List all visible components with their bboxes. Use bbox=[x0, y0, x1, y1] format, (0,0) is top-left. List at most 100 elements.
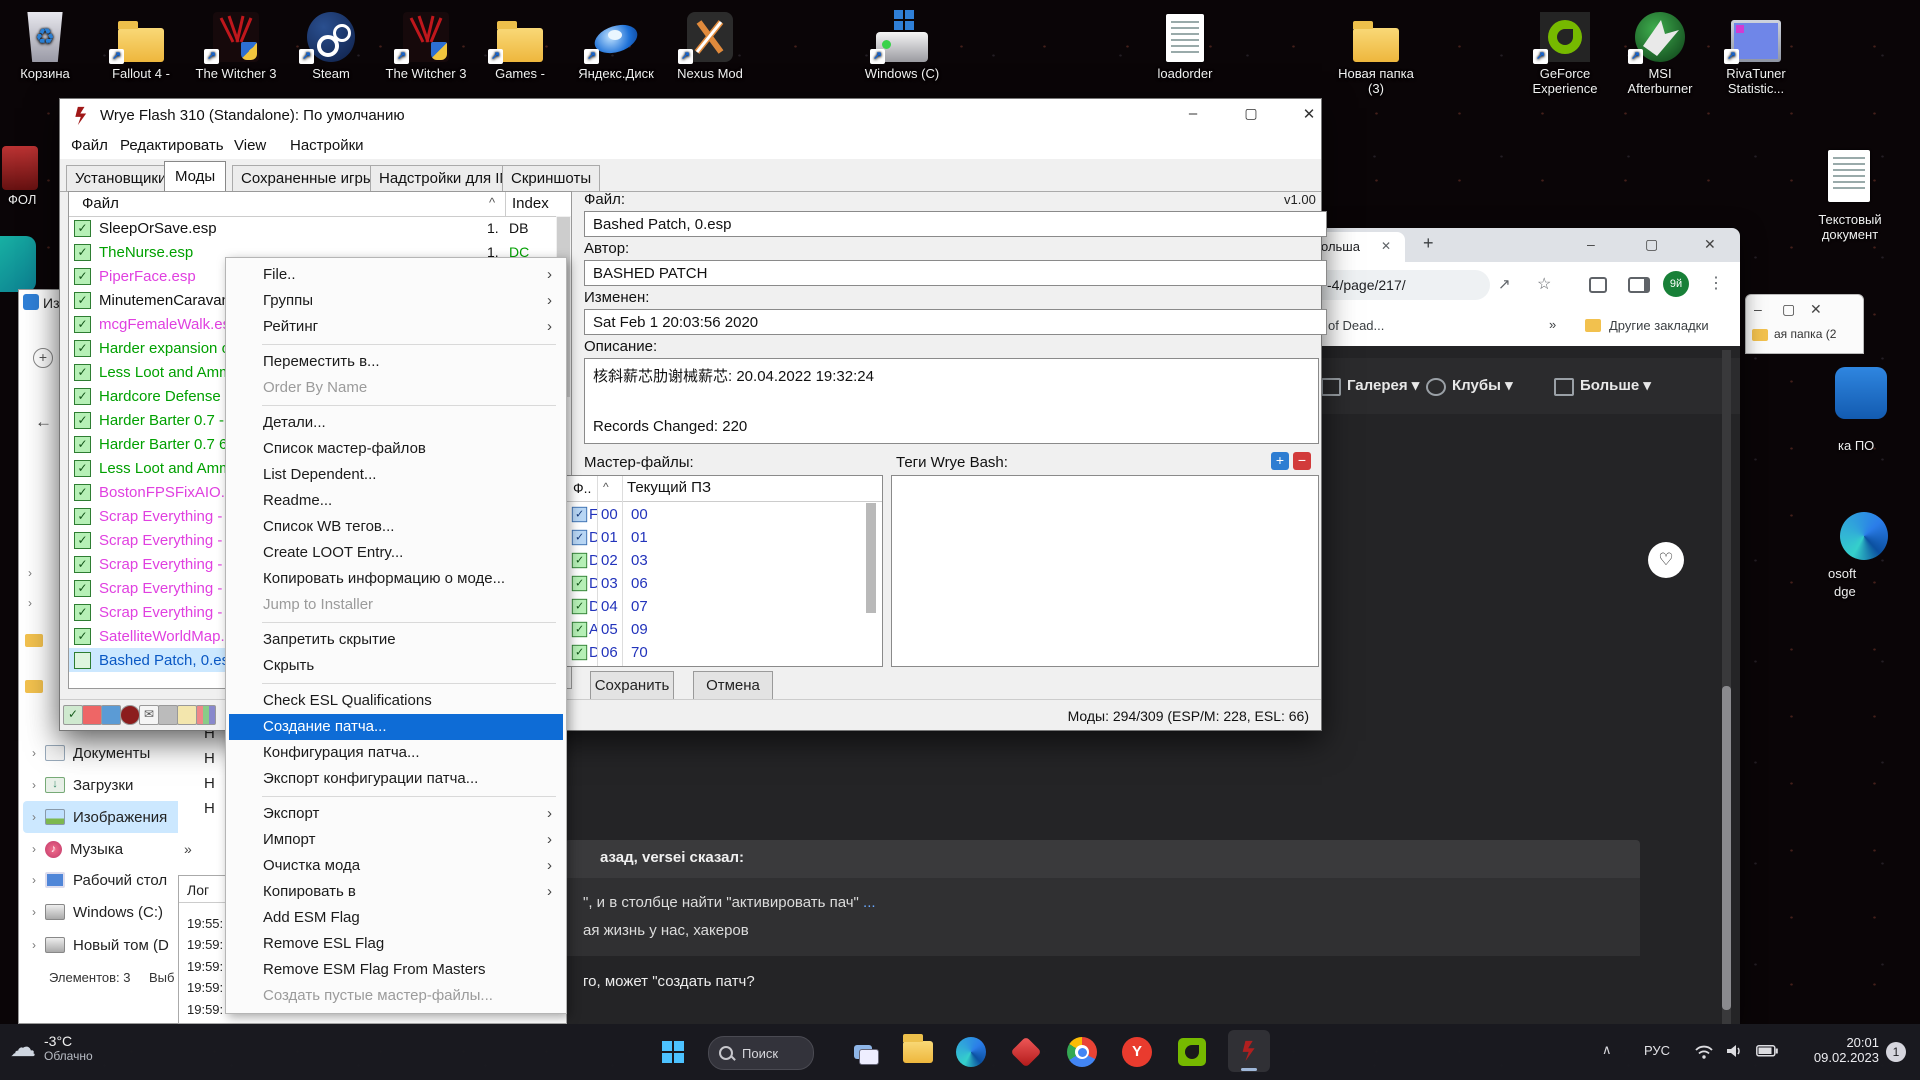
taskbar-chrome-icon[interactable] bbox=[1065, 1035, 1099, 1069]
menu-item-list-wb-tags[interactable]: Список WB тегов... bbox=[226, 514, 566, 540]
menu-item-patch-config[interactable]: Конфигурация патча... bbox=[226, 740, 566, 766]
checkbox-checked-icon[interactable]: ✓ bbox=[572, 553, 587, 568]
desktop-icon-fallout4[interactable]: ↗ Fallout 4 - bbox=[93, 6, 189, 81]
maximize-button[interactable]: ▢ bbox=[1228, 105, 1274, 122]
tray-chevron-icon[interactable]: ∧ bbox=[1602, 1042, 1612, 1058]
menu-item-move-to[interactable]: Переместить в... bbox=[226, 349, 566, 375]
menu-item-clean-mod[interactable]: Очистка мода› bbox=[226, 853, 566, 879]
master-row[interactable]: ✓A0509 bbox=[567, 618, 863, 641]
desktop-icon-fragment[interactable] bbox=[2, 146, 38, 190]
checkbox-checked-icon[interactable]: ✓ bbox=[74, 388, 91, 405]
edge-icon[interactable] bbox=[1840, 512, 1888, 560]
like-heart-icon[interactable]: ♡ bbox=[1648, 542, 1684, 578]
add-tag-button[interactable]: + bbox=[1271, 452, 1289, 470]
desktop-icon-new-folder-3[interactable]: Новая папка (3) bbox=[1328, 6, 1424, 96]
sidebar-item-new-volume[interactable]: › Новый том (D bbox=[23, 929, 193, 961]
checkbox-checked-icon[interactable]: ✓ bbox=[74, 316, 91, 333]
sort-indicator-icon[interactable]: ^ bbox=[603, 480, 609, 494]
sidebar-item-desktop[interactable]: › Рабочий стол bbox=[23, 864, 193, 896]
master-row[interactable]: ✓D0203 bbox=[567, 549, 863, 572]
column-file[interactable]: Ф.. bbox=[573, 480, 591, 496]
taskbar-weather-widget[interactable]: ☁ -3°C Облачно bbox=[10, 1032, 93, 1063]
desktop-icon-recycle-bin[interactable]: ♻ Корзина bbox=[0, 6, 93, 81]
master-row[interactable]: ✓D0407 bbox=[567, 595, 863, 618]
checkbox-checked-icon[interactable]: ✓ bbox=[74, 268, 91, 285]
checkbox-checked-icon[interactable]: ✓ bbox=[74, 556, 91, 573]
tab-saves[interactable]: Сохраненные игры bbox=[232, 165, 383, 191]
language-indicator[interactable]: РУС bbox=[1644, 1043, 1670, 1058]
menu-item-export[interactable]: Экспорт› bbox=[226, 801, 566, 827]
menu-item-remove-esl-flag[interactable]: Remove ESL Flag bbox=[226, 931, 566, 957]
profile-avatar[interactable]: 9й bbox=[1663, 271, 1689, 297]
new-item-button[interactable]: + bbox=[33, 348, 53, 368]
taskbar-clock[interactable]: 20:01 09.02.2023 bbox=[1795, 1035, 1879, 1065]
desktop-icon-witcher3-2[interactable]: ↗ The Witcher 3 bbox=[378, 6, 474, 81]
checkbox-checked-icon[interactable]: ✓ bbox=[572, 599, 587, 614]
checkbox-checked-icon[interactable]: ✓ bbox=[74, 412, 91, 429]
software-icon[interactable] bbox=[1835, 367, 1887, 419]
menu-edit[interactable]: Редактировать bbox=[120, 137, 224, 154]
taskbar-yandex-icon[interactable]: Y bbox=[1120, 1035, 1154, 1069]
maximize-icon[interactable]: ▢ bbox=[1645, 236, 1658, 253]
close-icon[interactable]: ✕ bbox=[1810, 301, 1822, 318]
checkbox-checked-icon[interactable]: ✓ bbox=[572, 622, 587, 637]
menu-item-groups[interactable]: Группы› bbox=[226, 288, 566, 314]
other-bookmarks[interactable]: Другие закладки bbox=[1609, 318, 1709, 333]
checkbox-checked-icon[interactable]: ✓ bbox=[74, 364, 91, 381]
menu-item-create-loot-entry[interactable]: Create LOOT Entry... bbox=[226, 540, 566, 566]
statusbar-globe-icon[interactable] bbox=[101, 705, 121, 725]
checkbox-checked-icon[interactable]: ✓ bbox=[74, 604, 91, 621]
bookmark-star-icon[interactable]: ☆ bbox=[1537, 274, 1551, 294]
tab-mods[interactable]: Моды bbox=[164, 161, 226, 191]
remove-tag-button[interactable]: − bbox=[1293, 452, 1311, 470]
sidebar-item-music[interactable]: › ♪ Музыка bbox=[23, 833, 193, 865]
file-name-field[interactable]: Bashed Patch, 0.esp bbox=[584, 211, 1327, 237]
taskbar-red-app-icon[interactable] bbox=[1009, 1035, 1043, 1069]
menu-item-details[interactable]: Детали... bbox=[226, 410, 566, 436]
tags-box[interactable] bbox=[891, 475, 1319, 667]
desktop-icon-rivatuner[interactable]: ↗ RivaTuner Statistic... bbox=[1708, 6, 1804, 96]
log-tab-label[interactable]: Лог bbox=[187, 882, 209, 898]
taskbar-wrye-flash-icon-active[interactable] bbox=[1228, 1030, 1270, 1072]
menu-item-hide[interactable]: Скрыть bbox=[226, 653, 566, 679]
teal-icon-fragment[interactable] bbox=[0, 236, 36, 292]
menu-item-copy-to[interactable]: Копировать в› bbox=[226, 879, 566, 905]
statusbar-chart-icon[interactable] bbox=[196, 705, 216, 725]
menu-view[interactable]: View bbox=[234, 137, 266, 154]
desktop-icon-steam[interactable]: ↗ Steam bbox=[283, 6, 379, 81]
browser-menu-icon[interactable]: ⋮ bbox=[1708, 273, 1724, 293]
sidebar-item-downloads[interactable]: › ↓ Загрузки bbox=[23, 769, 193, 801]
checkbox-checked-icon[interactable]: ✓ bbox=[74, 628, 91, 645]
desktop-icon-witcher3[interactable]: ↗ The Witcher 3 bbox=[188, 6, 284, 81]
nav-clubs[interactable]: Клубы ▾ bbox=[1452, 376, 1513, 394]
close-icon[interactable]: ✕ bbox=[1704, 236, 1716, 253]
desktop-icon-yandex-disk[interactable]: ↗ Яндекс.Диск bbox=[568, 6, 664, 81]
tab-ini-edits[interactable]: Надстройки для INI bbox=[370, 165, 523, 191]
taskbar-explorer-icon[interactable] bbox=[901, 1035, 935, 1069]
menu-item-check-esl[interactable]: Check ESL Qualifications bbox=[226, 688, 566, 714]
taskbar-nvidia-icon[interactable] bbox=[1175, 1035, 1209, 1069]
master-row[interactable]: ✓D0306 bbox=[567, 572, 863, 595]
back-arrow-icon[interactable]: ← bbox=[35, 412, 52, 432]
checkbox-checked-icon[interactable]: ✓ bbox=[74, 340, 91, 357]
desktop-icon-games[interactable]: ↗ Games - bbox=[472, 6, 568, 81]
sort-indicator-icon[interactable]: ^ bbox=[489, 195, 495, 210]
column-divider[interactable] bbox=[505, 192, 506, 216]
nav-more[interactable]: Больше ▾ bbox=[1580, 376, 1651, 394]
desktop-icon-msi-afterburner[interactable]: ↗ MSI Afterburner bbox=[1612, 6, 1708, 96]
menu-item-readme[interactable]: Readme... bbox=[226, 488, 566, 514]
bookmarks-overflow-icon[interactable]: » bbox=[1549, 317, 1556, 332]
checkbox-checked-icon[interactable]: ✓ bbox=[572, 507, 587, 522]
checkbox-checked-icon[interactable]: ✓ bbox=[74, 244, 91, 261]
volume-icon[interactable] bbox=[1726, 1043, 1744, 1059]
menu-item-rebuild-patch[interactable]: Создание патча... bbox=[229, 714, 563, 740]
menu-item-import[interactable]: Импорт› bbox=[226, 827, 566, 853]
column-file[interactable]: Файл bbox=[82, 195, 119, 212]
menu-file[interactable]: Файл bbox=[71, 137, 108, 154]
maximize-icon[interactable]: ▢ bbox=[1782, 301, 1795, 318]
chevrons-icon[interactable]: » bbox=[184, 841, 192, 857]
menu-item-dont-ghost[interactable]: Запретить скрытие bbox=[226, 627, 566, 653]
statusbar-dot-icon[interactable] bbox=[120, 705, 140, 725]
tree-chevron-icon[interactable]: › bbox=[19, 596, 41, 610]
mod-row[interactable]: ✓SleepOrSave.esp1.DB bbox=[69, 216, 556, 240]
